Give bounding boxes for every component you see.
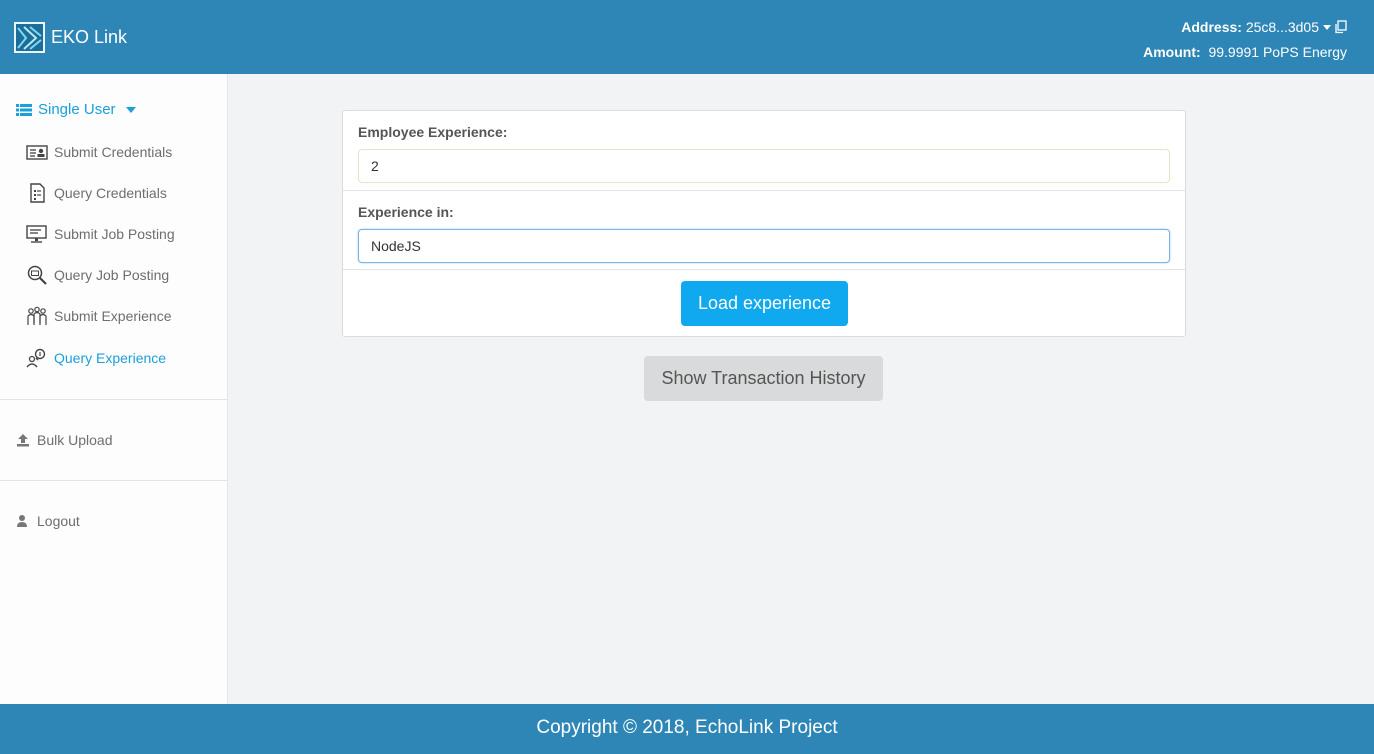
experience-in-group: Experience in: xyxy=(343,204,1185,263)
sidebar-item-query-credentials[interactable]: Query Credentials xyxy=(26,183,167,203)
employee-experience-label: Employee Experience: xyxy=(358,124,508,140)
sidebar-section-label: Single User xyxy=(38,101,116,118)
footer: Copyright © 2018, EchoLink Project xyxy=(0,704,1374,754)
employee-experience-input[interactable] xyxy=(358,149,1170,183)
sidebar-item-query-job-posting[interactable]: Query Job Posting xyxy=(26,265,169,285)
sidebar-item-submit-job-posting[interactable]: Submit Job Posting xyxy=(26,224,175,244)
experience-in-input[interactable] xyxy=(358,229,1170,263)
query-experience-form: Employee Experience: Experience in: Load… xyxy=(342,110,1186,337)
form-separator xyxy=(343,190,1185,191)
top-header: EKO Link Address: 25c8...3d05 Amount: 99… xyxy=(0,0,1374,74)
address-dropdown-icon[interactable] xyxy=(1323,24,1331,30)
copyright-text: Copyright © 2018, EchoLink Project xyxy=(536,717,838,738)
amount-value: 99.9991 PoPS Energy xyxy=(1208,44,1347,60)
sidebar-item-label: Query Experience xyxy=(54,350,167,366)
account-info: Address: 25c8...3d05 Amount: 99.9991 PoP… xyxy=(1143,15,1347,65)
eko-logo-icon xyxy=(14,22,45,53)
load-experience-button[interactable]: Load experience xyxy=(681,281,848,326)
address-row: Address: 25c8...3d05 xyxy=(1143,15,1347,40)
brand-name: EKO Link xyxy=(51,27,128,47)
sidebar-divider xyxy=(0,480,228,481)
chevron-down-icon xyxy=(125,106,136,113)
sidebar-item-label: Query Credentials xyxy=(54,185,167,201)
main-content: Employee Experience: Experience in: Load… xyxy=(229,74,1374,704)
amount-label: Amount: xyxy=(1143,44,1201,60)
form-separator xyxy=(343,269,1185,270)
copy-icon[interactable] xyxy=(1334,17,1347,34)
sidebar-item-label: Submit Experience xyxy=(54,308,172,324)
employee-experience-group: Employee Experience: xyxy=(343,124,1185,183)
logout-label: Logout xyxy=(37,513,80,529)
document-icon xyxy=(26,183,48,203)
sidebar-item-logout[interactable]: Logout xyxy=(16,513,80,529)
list-icon xyxy=(16,103,32,116)
sidebar-item-label: Submit Job Posting xyxy=(54,226,175,242)
sidebar-item-label: Query Job Posting xyxy=(54,267,170,283)
sidebar-divider xyxy=(0,399,228,400)
amount-row: Amount: 99.9991 PoPS Energy xyxy=(1143,40,1347,65)
experience-in-label: Experience in: xyxy=(358,204,454,220)
bulk-upload-label: Bulk Upload xyxy=(37,432,113,448)
user-icon xyxy=(16,514,30,528)
monitor-icon xyxy=(26,224,48,244)
sidebar-item-submit-experience[interactable]: Submit Experience xyxy=(26,306,172,326)
sidebar-item-query-experience[interactable]: Query Experience xyxy=(26,348,166,368)
sidebar-section-single-user[interactable]: Single User xyxy=(16,101,136,118)
sidebar: Single User Submit Credentials Query Cre… xyxy=(0,74,228,704)
sidebar-item-bulk-upload[interactable]: Bulk Upload xyxy=(16,432,113,448)
sidebar-item-submit-credentials[interactable]: Submit Credentials xyxy=(26,142,172,162)
upload-icon xyxy=(16,433,30,447)
address-label: Address: xyxy=(1181,19,1242,35)
people-icon xyxy=(26,306,48,326)
brand[interactable]: EKO Link xyxy=(14,22,127,53)
address-value: 25c8...3d05 xyxy=(1245,19,1319,35)
user-search-icon xyxy=(26,348,48,368)
magnifier-icon xyxy=(26,265,48,285)
id-card-icon xyxy=(26,142,48,162)
sidebar-item-label: Submit Credentials xyxy=(54,144,173,160)
show-transaction-history-button[interactable]: Show Transaction History xyxy=(644,356,883,401)
